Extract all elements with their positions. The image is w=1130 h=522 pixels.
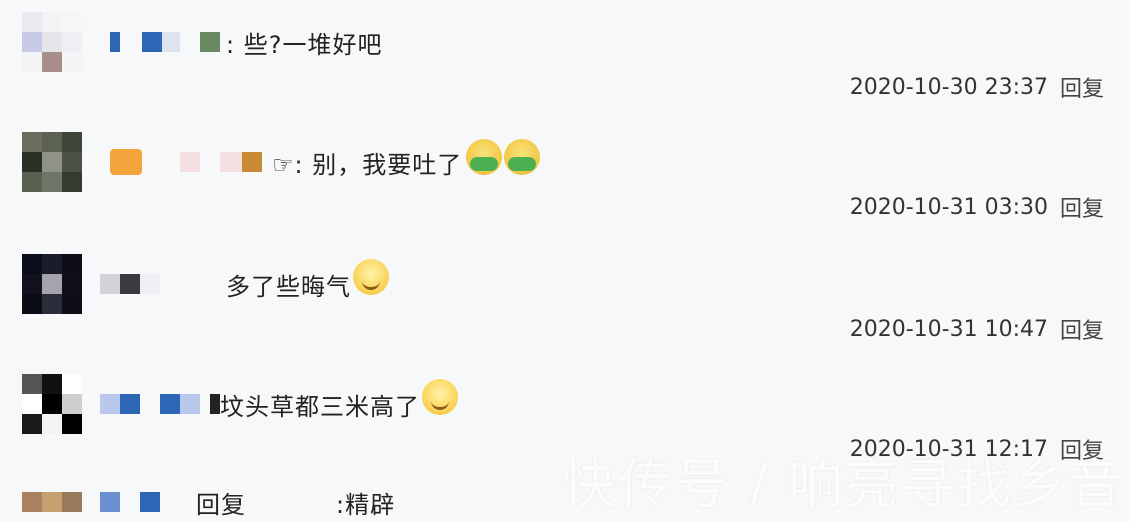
vip-badge-icon — [110, 149, 142, 175]
reply-button[interactable]: 回复 — [1060, 191, 1104, 223]
avatar[interactable] — [22, 374, 82, 434]
avatar[interactable] — [22, 492, 82, 512]
reply-prefix: 回复 — [196, 490, 246, 519]
username[interactable] — [100, 384, 220, 424]
comment-text: ☞: 别，我要吐了 — [272, 150, 463, 179]
reply-button[interactable]: 回复 — [1060, 71, 1104, 103]
username[interactable] — [100, 482, 196, 522]
comment-item: 多了些晦气 2020-10-31 10:47 回复 — [0, 254, 1130, 372]
comment-meta: 2020-10-31 10:47 回复 — [849, 313, 1104, 345]
comment-line: 多了些晦气 — [100, 259, 389, 304]
comment-line: : 些?一堆好吧 — [110, 22, 382, 62]
comment-meta: 2020-10-30 23:37 回复 — [849, 71, 1104, 103]
comment-line: ☞: 别，我要吐了 — [110, 139, 541, 182]
comment-meta: 2020-10-31 03:30 回复 — [849, 191, 1104, 223]
timestamp: 2020-10-31 03:30 — [849, 194, 1048, 220]
grin-icon — [353, 259, 389, 295]
comment-item: : 些?一堆好吧 2020-10-30 23:37 回复 — [0, 12, 1130, 130]
timestamp: 2020-10-30 23:37 — [849, 74, 1048, 100]
avatar[interactable] — [22, 254, 82, 314]
comment-item: ☞: 别，我要吐了 2020-10-31 03:30 回复 — [0, 132, 1130, 250]
reply-button[interactable]: 回复 — [1060, 313, 1104, 345]
comment-text: :精辟 — [336, 490, 396, 519]
comment-text: 坟头草都三米高了 — [220, 392, 420, 421]
username[interactable] — [110, 22, 220, 62]
watermark: 快传号 / 响亮寻找乡音 — [562, 453, 1125, 516]
vomit-icon — [466, 139, 503, 175]
comment-text: : 些?一堆好吧 — [226, 30, 383, 59]
smirk-icon — [422, 379, 458, 415]
comment-line: 回复 :精辟 — [100, 482, 395, 522]
avatar[interactable] — [22, 132, 82, 192]
comment-text: 多了些晦气 — [226, 272, 351, 301]
username[interactable] — [100, 264, 226, 304]
vomit-icon — [504, 139, 541, 175]
comment-line: 坟头草都三米高了 — [100, 379, 458, 424]
avatar[interactable] — [22, 12, 82, 72]
username[interactable] — [110, 142, 262, 182]
timestamp: 2020-10-31 10:47 — [849, 316, 1048, 342]
